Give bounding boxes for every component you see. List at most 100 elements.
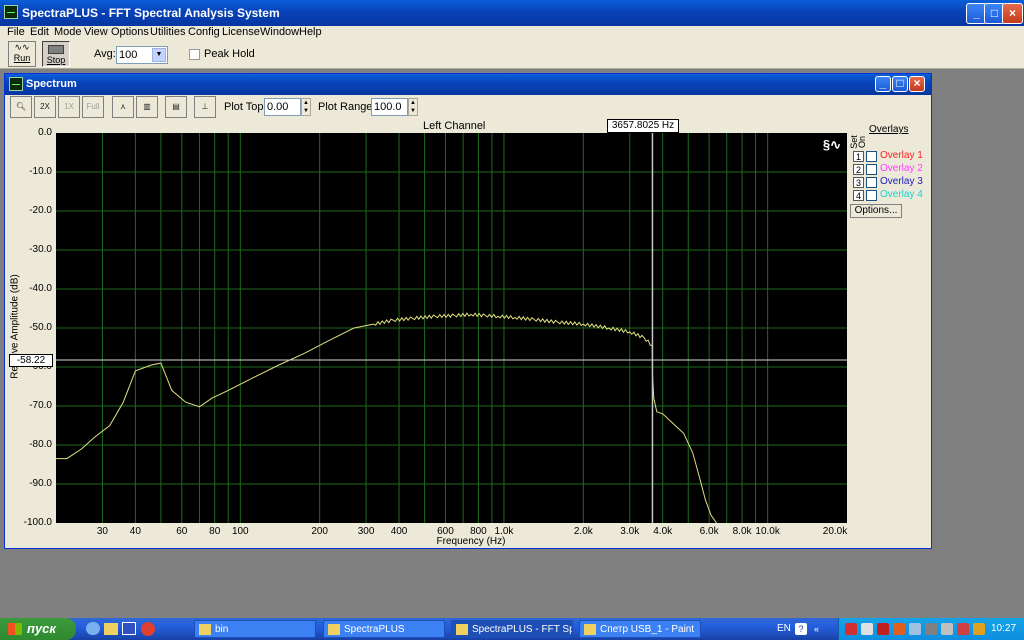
peak-hold-label: Peak Hold xyxy=(204,48,255,60)
set-on-header: Set On xyxy=(849,131,867,153)
tray-app-icon[interactable] xyxy=(845,623,857,635)
tray-app-icon[interactable] xyxy=(925,623,937,635)
x-tick-label: 2.0k xyxy=(573,526,593,537)
help-icon[interactable]: ? xyxy=(795,623,807,635)
y-tick-label: -30.0 xyxy=(29,244,52,255)
menu-mode[interactable]: Mode xyxy=(54,26,82,38)
run-button[interactable]: ∿∿ Run xyxy=(8,41,36,67)
cursor-frequency-readout: 3657.8025 Hz xyxy=(607,119,679,133)
chrome-icon[interactable] xyxy=(141,622,155,636)
avg-select[interactable]: 100 ▼ xyxy=(116,46,168,64)
avg-label: Avg: xyxy=(94,48,116,60)
chevron-down-icon[interactable]: ▼ xyxy=(152,48,166,62)
y-tick-label: -80.0 xyxy=(29,439,52,450)
chevron-icon[interactable]: « xyxy=(814,624,819,634)
stop-icon xyxy=(48,45,64,54)
tray-app-icon[interactable] xyxy=(941,623,953,635)
y-tick-label: -90.0 xyxy=(29,478,52,489)
zoom-1x-icon[interactable]: 1X xyxy=(58,96,80,118)
spectrum-series-line xyxy=(56,312,717,523)
run-label: Run xyxy=(13,53,31,63)
overlay-options-button[interactable]: Options... xyxy=(850,204,902,218)
plot-top-label: Plot Top: xyxy=(224,101,267,113)
spectrum-minimize-icon[interactable]: _ xyxy=(875,76,891,92)
menu-view[interactable]: View xyxy=(84,26,108,38)
overlay-set-button[interactable]: 3 xyxy=(853,177,864,188)
windows-logo-icon xyxy=(8,623,22,635)
spectrum-close-icon[interactable]: × xyxy=(909,76,925,92)
peak-hold-checkbox[interactable] xyxy=(189,49,200,60)
zoom-full-icon[interactable]: Full xyxy=(82,96,104,118)
overlay-label: Overlay 4 xyxy=(880,189,923,200)
on-label: On xyxy=(857,136,867,149)
tray-app-icon[interactable] xyxy=(893,623,905,635)
y-tick-label: -10.0 xyxy=(29,166,52,177)
plot-top-spinner[interactable]: ▲ ▼ xyxy=(301,98,311,116)
overlay-row: 4 Overlay 4 xyxy=(853,189,933,203)
line-mode-icon[interactable]: ⋏ xyxy=(112,96,134,118)
ie-icon[interactable] xyxy=(86,622,100,635)
clock: 10:27 xyxy=(991,623,1017,634)
spectrum-window: Spectrum _ □ × 🔍︎ 2X 1X Full ⋏ ▥ ▤ ⊥ Plo… xyxy=(4,73,932,549)
taskbar-button[interactable]: SpectraPLUS - FFT Sp... xyxy=(451,620,573,638)
task-icon xyxy=(456,624,468,635)
explorer-icon[interactable] xyxy=(104,623,118,635)
overlay-on-checkbox[interactable] xyxy=(866,164,877,175)
taskbar-button[interactable]: Спетр USB_1 - Paint xyxy=(579,620,701,638)
language-indicator[interactable]: EN xyxy=(777,623,791,634)
overlay-set-button[interactable]: 1 xyxy=(853,151,864,162)
menu-bar: File Edit Mode View Options Utilities Co… xyxy=(0,26,1024,40)
tray-app-icon[interactable] xyxy=(877,623,889,635)
app-title-bar[interactable]: SpectraPLUS - FFT Spectral Analysis Syst… xyxy=(0,0,1024,26)
overlay-on-checkbox[interactable] xyxy=(866,177,877,188)
overlay-set-button[interactable]: 2 xyxy=(853,164,864,175)
task-label: Спетр USB_1 - Paint xyxy=(600,624,695,635)
menu-config[interactable]: Config xyxy=(188,26,220,38)
overlay-set-button[interactable]: 4 xyxy=(853,190,864,201)
menu-utilities[interactable]: Utilities xyxy=(150,26,185,38)
x-tick-label: 4.0k xyxy=(653,526,673,537)
spectrum-chart[interactable] xyxy=(56,133,847,523)
spectrum-maximize-icon[interactable]: □ xyxy=(892,76,908,92)
zoom-2x-icon[interactable]: 2X xyxy=(34,96,56,118)
app-title: SpectraPLUS - FFT Spectral Analysis Syst… xyxy=(22,6,280,20)
signal-generator-icon[interactable]: §∿ xyxy=(823,137,841,153)
spectrum-icon xyxy=(9,77,23,91)
overlay-on-checkbox[interactable] xyxy=(866,190,877,201)
bar-mode-icon[interactable]: ▥ xyxy=(136,96,158,118)
media-icon[interactable] xyxy=(122,622,136,635)
tray-app-icon[interactable] xyxy=(909,623,921,635)
stop-label: Stop xyxy=(46,55,66,65)
menu-help[interactable]: Help xyxy=(299,26,322,38)
plot-top-input[interactable]: 0.00 xyxy=(264,98,301,116)
menu-file[interactable]: File xyxy=(7,26,25,38)
tray-app-icon[interactable] xyxy=(861,623,873,635)
plot-range-input[interactable]: 100.0 xyxy=(371,98,408,116)
y-tick-label: -40.0 xyxy=(29,283,52,294)
overlay-on-checkbox[interactable] xyxy=(866,151,877,162)
taskbar-button[interactable]: bin xyxy=(194,620,316,638)
task-icon xyxy=(584,624,596,635)
taskbar-button[interactable]: SpectraPLUS xyxy=(323,620,445,638)
menu-license[interactable]: License xyxy=(222,26,260,38)
spectrum-plot[interactable]: §∿ xyxy=(56,133,847,523)
start-button[interactable]: пуск xyxy=(0,618,76,640)
tray-app-icon[interactable] xyxy=(957,623,969,635)
channel-label: Left Channel xyxy=(423,120,486,132)
plot-range-spinner[interactable]: ▲ ▼ xyxy=(408,98,418,116)
spectrum-title-bar[interactable]: Spectrum _ □ × xyxy=(5,74,931,95)
zoom-icon[interactable]: 🔍︎ xyxy=(10,96,32,118)
menu-options[interactable]: Options xyxy=(111,26,149,38)
overlays-header: Overlays xyxy=(869,124,909,135)
close-icon[interactable]: × xyxy=(1002,3,1023,24)
scale-icon[interactable]: ⊥ xyxy=(194,96,216,118)
start-label: пуск xyxy=(27,621,56,636)
menu-edit[interactable]: Edit xyxy=(30,26,49,38)
main-toolbar: ∿∿ Run Stop Avg: 100 ▼ Peak Hold xyxy=(0,40,1024,69)
menu-window[interactable]: Window xyxy=(260,26,299,38)
tray-app-icon[interactable] xyxy=(973,623,985,635)
overlay-label: Overlay 2 xyxy=(880,163,923,174)
taskbar: пуск bin SpectraPLUS SpectraPLUS - FFT Sp.… xyxy=(0,618,1024,640)
stop-button[interactable]: Stop xyxy=(42,41,70,67)
table-icon[interactable]: ▤ xyxy=(165,96,187,118)
